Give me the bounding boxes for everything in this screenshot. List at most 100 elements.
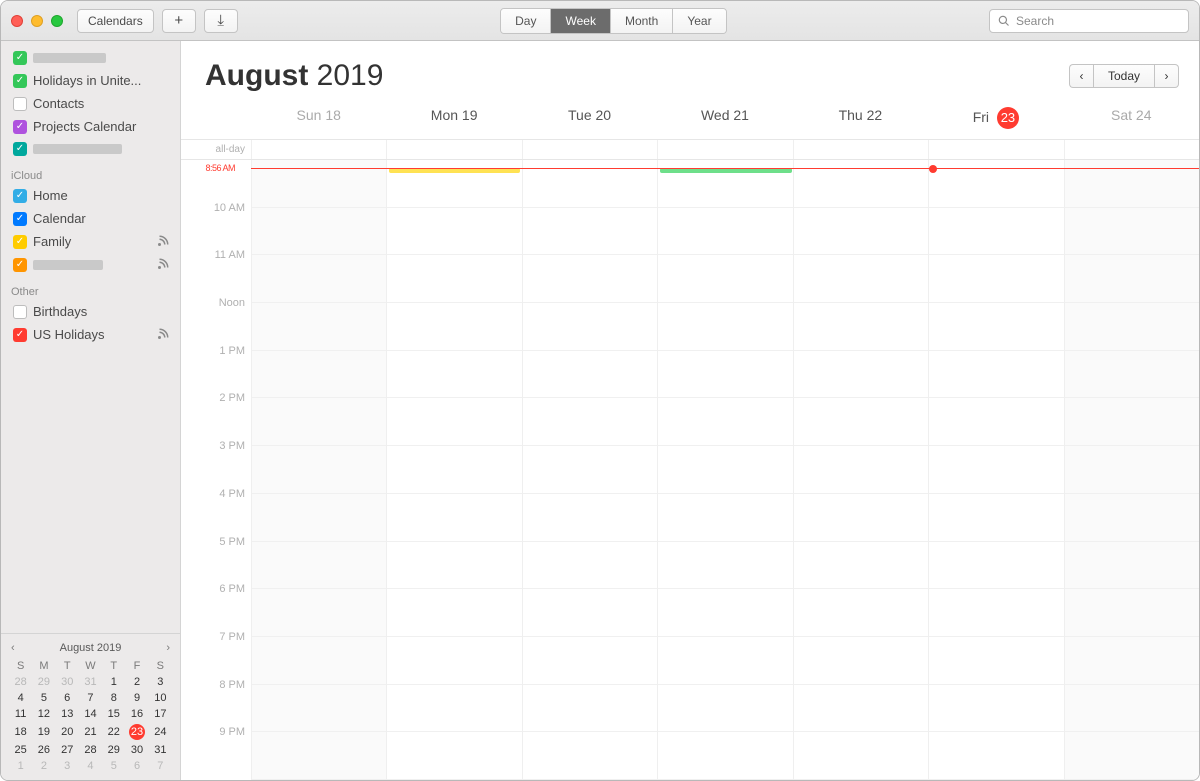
- calendar-checkbox[interactable]: [13, 189, 27, 203]
- calendar-item[interactable]: Birthdays: [1, 300, 180, 323]
- mini-day[interactable]: 1: [9, 758, 32, 774]
- calendar-checkbox[interactable]: [13, 212, 27, 226]
- calendar-item[interactable]: Projects Calendar: [1, 115, 180, 138]
- mini-day[interactable]: 7: [149, 758, 172, 774]
- mini-day[interactable]: 25: [9, 742, 32, 758]
- calendar-item[interactable]: Contacts: [1, 92, 180, 115]
- day-column[interactable]: [251, 160, 386, 780]
- view-month[interactable]: Month: [611, 9, 673, 33]
- calendar-item[interactable]: Calendar: [1, 207, 180, 230]
- calendar-checkbox[interactable]: [13, 142, 27, 156]
- prev-week-button[interactable]: ‹: [1069, 64, 1093, 88]
- mini-day[interactable]: 11: [9, 706, 32, 722]
- shared-icon: [158, 327, 170, 342]
- calendar-item[interactable]: [1, 253, 180, 276]
- calendar-checkbox[interactable]: [13, 235, 27, 249]
- time-label: 5 PM: [181, 536, 251, 584]
- mini-day[interactable]: 31: [149, 742, 172, 758]
- calendar-checkbox[interactable]: [13, 258, 27, 272]
- close-window-button[interactable]: [11, 15, 23, 27]
- time-grid[interactable]: 10 AM11 AMNoon1 PM2 PM3 PM4 PM5 PM6 PM7 …: [181, 160, 1199, 780]
- calendar-checkbox[interactable]: [13, 120, 27, 134]
- calendar-checkbox[interactable]: [13, 305, 27, 319]
- view-week[interactable]: Week: [551, 9, 610, 33]
- mini-day[interactable]: 18: [9, 722, 32, 742]
- mini-day[interactable]: 16: [125, 706, 148, 722]
- mini-day[interactable]: 6: [125, 758, 148, 774]
- calendar-checkbox[interactable]: [13, 74, 27, 88]
- mini-day[interactable]: 22: [102, 722, 125, 742]
- mini-day[interactable]: 12: [32, 706, 55, 722]
- calendar-checkbox[interactable]: [13, 51, 27, 65]
- mini-day[interactable]: 4: [79, 758, 102, 774]
- mini-day[interactable]: 19: [32, 722, 55, 742]
- all-day-label: all-day: [181, 140, 251, 159]
- mini-day[interactable]: 8: [102, 690, 125, 706]
- mini-day[interactable]: 4: [9, 690, 32, 706]
- mini-day[interactable]: 31: [79, 674, 102, 690]
- calendar-item[interactable]: [1, 138, 180, 160]
- day-column[interactable]: [928, 160, 1063, 780]
- mini-dow: F: [125, 658, 148, 674]
- calendar-item[interactable]: Holidays in Unite...: [1, 69, 180, 92]
- mini-day[interactable]: 10: [149, 690, 172, 706]
- calendar-item[interactable]: Family: [1, 230, 180, 253]
- view-year[interactable]: Year: [673, 9, 725, 33]
- calendar-item[interactable]: Home: [1, 184, 180, 207]
- day-column[interactable]: [1064, 160, 1199, 780]
- mini-day[interactable]: 3: [56, 758, 79, 774]
- mini-day[interactable]: 27: [56, 742, 79, 758]
- mini-day[interactable]: 23: [125, 722, 148, 742]
- inbox-button[interactable]: ⤓: [204, 9, 238, 33]
- mini-day[interactable]: 15: [102, 706, 125, 722]
- mini-day[interactable]: 29: [102, 742, 125, 758]
- day-header[interactable]: Fri 23: [928, 101, 1063, 139]
- mini-day[interactable]: 29: [32, 674, 55, 690]
- day-header[interactable]: Sat 24: [1064, 101, 1199, 139]
- mini-day[interactable]: 1: [102, 674, 125, 690]
- mini-day[interactable]: 6: [56, 690, 79, 706]
- mini-day[interactable]: 26: [32, 742, 55, 758]
- mini-prev-month[interactable]: ‹: [11, 642, 15, 654]
- mini-day[interactable]: 21: [79, 722, 102, 742]
- new-event-button[interactable]: +: [162, 9, 196, 33]
- day-column[interactable]: [386, 160, 521, 780]
- mini-day[interactable]: 14: [79, 706, 102, 722]
- day-header[interactable]: Sun 18: [251, 101, 386, 139]
- mini-day[interactable]: 2: [125, 674, 148, 690]
- mini-day[interactable]: 7: [79, 690, 102, 706]
- mini-day[interactable]: 24: [149, 722, 172, 742]
- calendars-toggle-button[interactable]: Calendars: [77, 9, 154, 33]
- mini-day[interactable]: 5: [32, 690, 55, 706]
- mini-day[interactable]: 17: [149, 706, 172, 722]
- mini-day[interactable]: 20: [56, 722, 79, 742]
- mini-day[interactable]: 30: [56, 674, 79, 690]
- day-column[interactable]: [522, 160, 657, 780]
- minimize-window-button[interactable]: [31, 15, 43, 27]
- day-header[interactable]: Tue 20: [522, 101, 657, 139]
- day-header[interactable]: Thu 22: [793, 101, 928, 139]
- mini-day[interactable]: 28: [79, 742, 102, 758]
- day-column[interactable]: [657, 160, 792, 780]
- mini-day[interactable]: 30: [125, 742, 148, 758]
- calendar-checkbox[interactable]: [13, 328, 27, 342]
- fullscreen-window-button[interactable]: [51, 15, 63, 27]
- day-header[interactable]: Mon 19: [386, 101, 521, 139]
- mini-day[interactable]: 3: [149, 674, 172, 690]
- mini-day[interactable]: 2: [32, 758, 55, 774]
- mini-day[interactable]: 28: [9, 674, 32, 690]
- calendar-item[interactable]: [1, 47, 180, 69]
- day-column[interactable]: [793, 160, 928, 780]
- today-button[interactable]: Today: [1093, 64, 1155, 88]
- mini-calendar-grid[interactable]: SMTWTFS 28293031123456789101112131415161…: [9, 658, 172, 774]
- search-field[interactable]: Search: [989, 9, 1189, 33]
- next-week-button[interactable]: ›: [1155, 64, 1179, 88]
- mini-day[interactable]: 9: [125, 690, 148, 706]
- mini-day[interactable]: 13: [56, 706, 79, 722]
- calendar-checkbox[interactable]: [13, 97, 27, 111]
- mini-next-month[interactable]: ›: [166, 642, 170, 654]
- calendar-item[interactable]: US Holidays: [1, 323, 180, 346]
- mini-day[interactable]: 5: [102, 758, 125, 774]
- view-day[interactable]: Day: [501, 9, 551, 33]
- day-header[interactable]: Wed 21: [657, 101, 792, 139]
